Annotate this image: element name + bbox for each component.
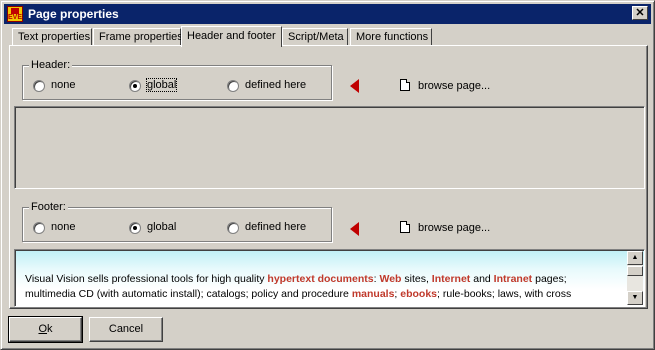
- preview-text: ; rule-books; laws, with cross: [437, 288, 572, 300]
- preview-link: Web: [379, 273, 402, 285]
- header-group-label: Header:: [29, 59, 73, 71]
- preview-link: ebooks: [400, 288, 438, 300]
- app-icon-label: EVE: [8, 14, 23, 21]
- radio-label: none: [51, 79, 76, 91]
- radio-label: defined here: [245, 221, 307, 233]
- footer-page-icon[interactable]: [400, 221, 410, 233]
- footer-preview-text: Visual Vision sells professional tools f…: [25, 272, 620, 302]
- window-title: Page properties: [28, 7, 119, 21]
- radio-label: defined here: [245, 79, 307, 91]
- header-preview-area: [14, 106, 645, 189]
- radio-circle: [129, 222, 141, 234]
- tab-more-functions[interactable]: More functions: [350, 28, 432, 46]
- tab-frame-properties[interactable]: Frame properties: [93, 28, 183, 46]
- radio-label: none: [51, 221, 76, 233]
- preview-link: manuals: [351, 288, 395, 300]
- footer-preview-scrollbar[interactable]: ▲ ▼: [627, 251, 643, 305]
- footer-groupbox: Footer: none global defined here: [22, 201, 332, 242]
- titlebar: EVE Page properties ✕: [4, 4, 651, 24]
- scroll-thumb[interactable]: [627, 266, 643, 276]
- ok-button[interactable]: Ok: [8, 316, 83, 343]
- scroll-down-button[interactable]: ▼: [627, 291, 643, 305]
- footer-preview-area: Visual Vision sells professional tools f…: [14, 249, 645, 307]
- footer-browse-page-link[interactable]: browse page...: [418, 222, 490, 234]
- footer-group-label: Footer:: [29, 201, 68, 213]
- cancel-button[interactable]: Cancel: [89, 317, 163, 342]
- preview-text: sites,: [401, 273, 432, 285]
- footer-arrow-icon[interactable]: [350, 222, 359, 236]
- radio-label: global: [147, 221, 177, 233]
- radio-circle: [33, 222, 45, 234]
- radio-label: global: [145, 78, 178, 92]
- app-icon: EVE: [7, 6, 23, 22]
- preview-link: Intranet: [493, 273, 533, 285]
- header-arrow-icon[interactable]: [350, 79, 359, 93]
- close-button[interactable]: ✕: [632, 6, 648, 20]
- tab-header-and-footer[interactable]: Header and footer: [181, 26, 282, 47]
- radio-circle: [227, 222, 239, 234]
- scroll-up-button[interactable]: ▲: [627, 251, 643, 265]
- scroll-down-icon: ▼: [631, 294, 639, 301]
- radio-circle: [33, 80, 45, 92]
- ok-hotkey: O: [38, 323, 48, 335]
- header-footer-panel: Header: none global defined here browse …: [9, 45, 648, 309]
- page-properties-dialog: EVE Page properties ✕ Text properties Fr…: [0, 0, 655, 350]
- preview-link: hypertext documents: [267, 273, 374, 285]
- scroll-up-icon: ▲: [631, 254, 639, 261]
- header-browse-page-link[interactable]: browse page...: [418, 80, 490, 92]
- preview-link: Internet: [431, 273, 471, 285]
- tab-text-properties[interactable]: Text properties: [12, 28, 92, 46]
- header-page-icon[interactable]: [400, 79, 410, 91]
- ok-label: k: [47, 323, 53, 335]
- preview-text: Visual Vision sells professional tools f…: [25, 273, 268, 285]
- header-groupbox: Header: none global defined here: [22, 59, 332, 100]
- radio-circle: [129, 80, 141, 92]
- tab-script-meta[interactable]: Script/Meta: [282, 28, 348, 46]
- radio-circle: [227, 80, 239, 92]
- close-icon: ✕: [635, 7, 645, 19]
- cancel-label: Cancel: [108, 323, 144, 335]
- preview-text: and: [470, 273, 494, 285]
